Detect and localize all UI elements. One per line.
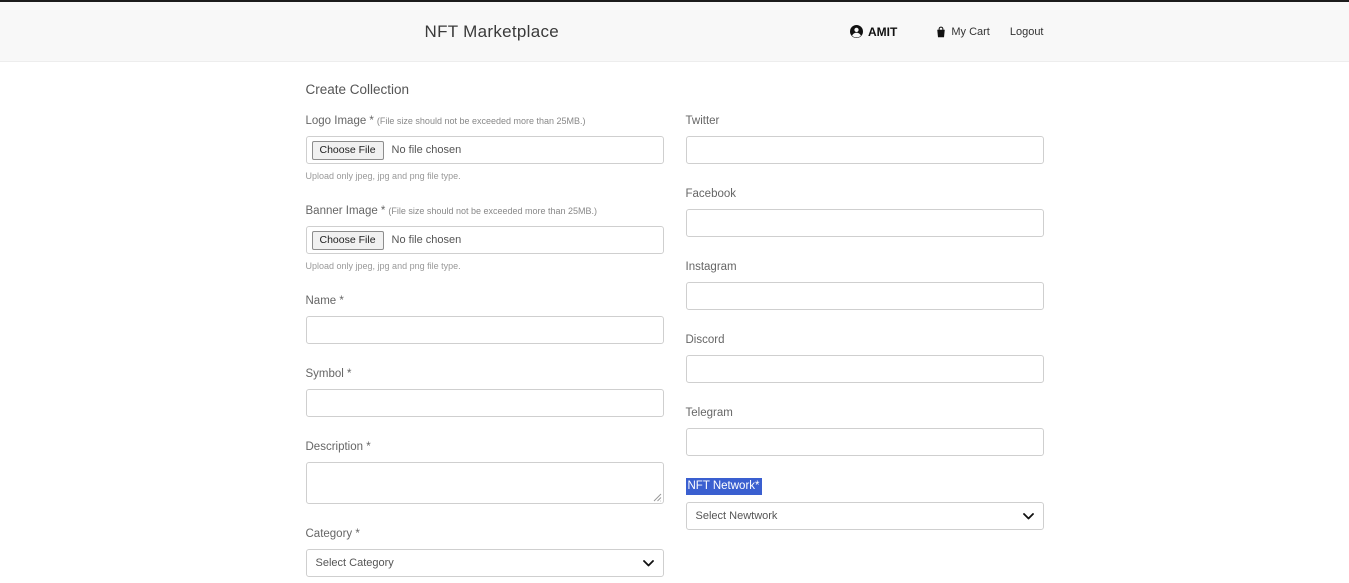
app-header: NFT Marketplace AMIT	[0, 2, 1349, 62]
field-telegram: Telegram	[686, 403, 1044, 456]
cart-icon	[935, 26, 947, 38]
description-label: Description *	[306, 441, 371, 453]
field-category: Category * Select Category	[306, 524, 664, 577]
logo-file-input[interactable]: Choose File No file chosen	[306, 136, 664, 164]
facebook-input[interactable]	[686, 209, 1044, 237]
nft-network-label: NFT Network*	[686, 478, 762, 495]
logout-link[interactable]: Logout	[1010, 26, 1044, 38]
field-nft-network: NFT Network* Select Newtwork	[686, 476, 1044, 530]
twitter-label: Twitter	[686, 115, 720, 127]
banner-file-status: No file chosen	[392, 234, 462, 246]
banner-image-label: Banner Image *	[306, 205, 386, 217]
field-name: Name *	[306, 291, 664, 344]
logo-file-status: No file chosen	[392, 144, 462, 156]
page-title: Create Collection	[306, 82, 1044, 97]
symbol-input[interactable]	[306, 389, 664, 417]
field-facebook: Facebook	[686, 184, 1044, 237]
chevron-down-icon	[643, 560, 654, 567]
facebook-label: Facebook	[686, 188, 737, 200]
category-selected-value: Select Category	[316, 557, 394, 569]
user-name: AMIT	[868, 25, 897, 39]
cart-label: My Cart	[951, 26, 990, 38]
left-column: Logo Image *(File size should not be exc…	[306, 111, 664, 583]
symbol-label: Symbol *	[306, 368, 352, 380]
twitter-input[interactable]	[686, 136, 1044, 164]
logo-choose-file-button[interactable]: Choose File	[312, 141, 384, 160]
banner-helper-text: Upload only jpeg, jpg and png file type.	[306, 261, 664, 271]
nft-network-selected-value: Select Newtwork	[696, 510, 778, 522]
description-textarea[interactable]	[306, 462, 664, 504]
field-description: Description *	[306, 437, 664, 504]
category-label: Category *	[306, 528, 360, 540]
logo-image-label: Logo Image *	[306, 115, 374, 127]
telegram-input[interactable]	[686, 428, 1044, 456]
user-icon	[850, 25, 863, 38]
right-column: Twitter Facebook Instagram Discord	[686, 111, 1044, 583]
nft-network-select[interactable]: Select Newtwork	[686, 502, 1044, 530]
name-label: Name *	[306, 295, 344, 307]
logo-image-size-hint: (File size should not be exceeded more t…	[377, 116, 586, 126]
field-symbol: Symbol *	[306, 364, 664, 417]
instagram-input[interactable]	[686, 282, 1044, 310]
app-title: NFT Marketplace	[425, 22, 560, 42]
category-select[interactable]: Select Category	[306, 549, 664, 577]
field-instagram: Instagram	[686, 257, 1044, 310]
cart-link[interactable]: My Cart	[935, 26, 990, 38]
banner-choose-file-button[interactable]: Choose File	[312, 231, 384, 250]
field-twitter: Twitter	[686, 111, 1044, 164]
field-logo-image: Logo Image *(File size should not be exc…	[306, 111, 664, 181]
discord-input[interactable]	[686, 355, 1044, 383]
banner-image-size-hint: (File size should not be exceeded more t…	[388, 206, 597, 216]
instagram-label: Instagram	[686, 261, 737, 273]
banner-file-input[interactable]: Choose File No file chosen	[306, 226, 664, 254]
telegram-label: Telegram	[686, 407, 733, 419]
name-input[interactable]	[306, 316, 664, 344]
user-menu[interactable]: AMIT	[850, 25, 897, 39]
create-collection-page: Create Collection Logo Image *(File size…	[306, 62, 1044, 583]
field-banner-image: Banner Image *(File size should not be e…	[306, 201, 664, 271]
field-discord: Discord	[686, 330, 1044, 383]
logo-helper-text: Upload only jpeg, jpg and png file type.	[306, 171, 664, 181]
chevron-down-icon	[1023, 513, 1034, 520]
discord-label: Discord	[686, 334, 725, 346]
